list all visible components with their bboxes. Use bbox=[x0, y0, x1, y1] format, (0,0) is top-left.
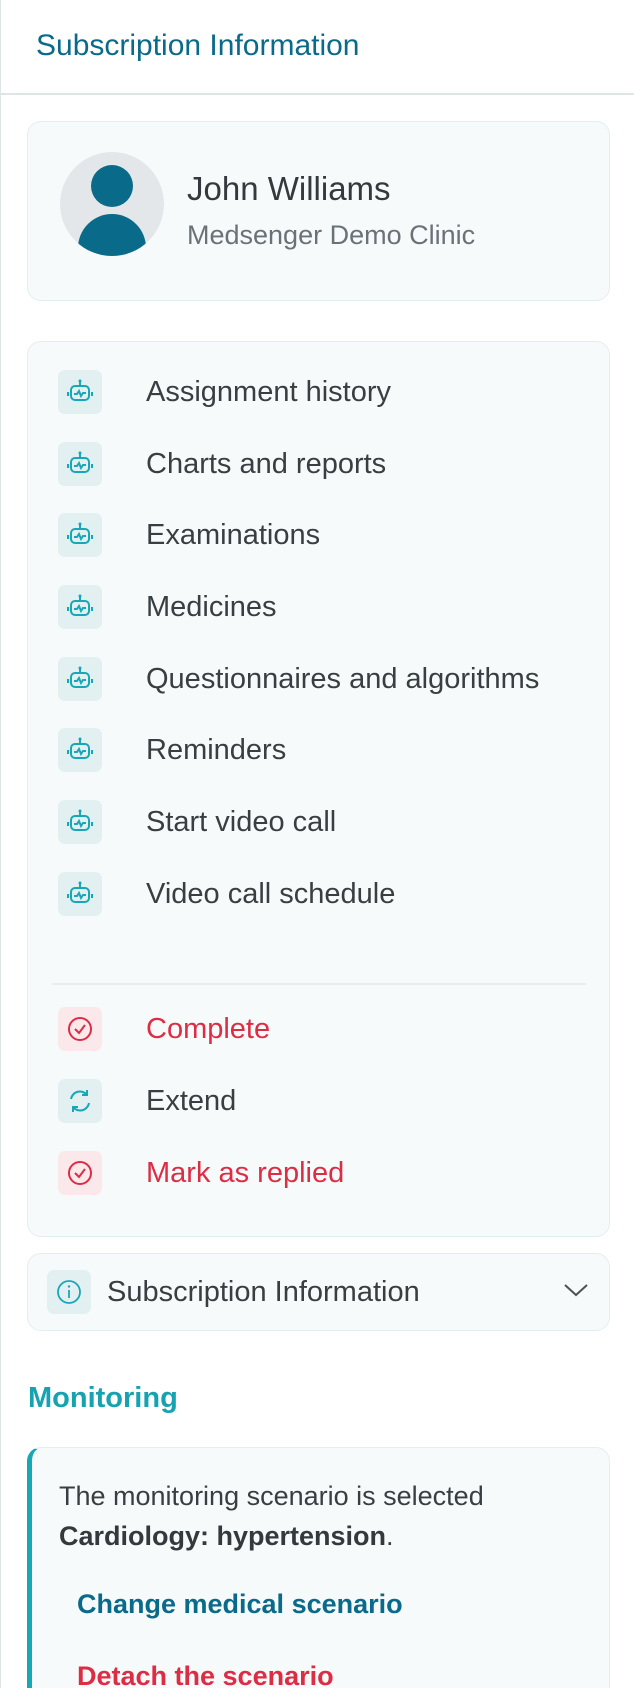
refresh-icon bbox=[58, 1079, 102, 1123]
subscription-panel: Subscription Information John Williams M… bbox=[0, 0, 634, 1688]
robot-icon bbox=[58, 800, 102, 844]
menu-item-examinations[interactable]: Examinations bbox=[58, 513, 578, 559]
mark-as-replied-button[interactable]: Mark as replied bbox=[58, 1151, 578, 1197]
extend-label: Extend bbox=[146, 1085, 237, 1117]
monitoring-card: The monitoring scenario is selected Card… bbox=[27, 1447, 610, 1688]
menu-item-label: Start video call bbox=[146, 806, 337, 838]
mark-as-replied-label: Mark as replied bbox=[146, 1157, 345, 1189]
avatar-body bbox=[78, 214, 146, 256]
subscription-info-accordion[interactable]: Subscription Information bbox=[27, 1253, 610, 1331]
robot-icon bbox=[58, 657, 102, 701]
actions-menu: Assignment history Charts and reports Ex… bbox=[27, 341, 610, 1237]
menu-item-assignment-history[interactable]: Assignment history bbox=[58, 370, 578, 416]
monitoring-text: The monitoring scenario is selected bbox=[59, 1481, 484, 1511]
complete-label: Complete bbox=[146, 1013, 271, 1045]
menu-divider bbox=[52, 983, 586, 985]
complete-button[interactable]: Complete bbox=[58, 1007, 578, 1053]
robot-icon bbox=[58, 728, 102, 772]
avatar bbox=[60, 152, 164, 256]
patient-name: John Williams bbox=[187, 170, 391, 207]
robot-icon bbox=[58, 513, 102, 557]
check-circle-icon bbox=[58, 1151, 102, 1195]
menu-item-label: Questionnaires and algorithms bbox=[146, 663, 540, 695]
menu-item-medicines[interactable]: Medicines bbox=[58, 585, 578, 631]
scenario-period: . bbox=[386, 1521, 394, 1551]
detach-scenario-link[interactable]: Detach the scenario bbox=[77, 1661, 334, 1688]
monitoring-description: The monitoring scenario is selected Card… bbox=[59, 1476, 599, 1556]
accordion-label: Subscription Information bbox=[107, 1276, 420, 1308]
menu-item-video-call-schedule[interactable]: Video call schedule bbox=[58, 872, 578, 918]
patient-card: John Williams Medsenger Demo Clinic bbox=[27, 121, 610, 301]
menu-item-label: Video call schedule bbox=[146, 878, 396, 910]
info-icon bbox=[47, 1270, 91, 1314]
monitoring-title: Monitoring bbox=[28, 1382, 178, 1414]
menu-item-reminders[interactable]: Reminders bbox=[58, 728, 578, 774]
panel-header: Subscription Information bbox=[1, 0, 634, 95]
robot-icon bbox=[58, 872, 102, 916]
clinic-name: Medsenger Demo Clinic bbox=[187, 220, 476, 250]
menu-item-label: Examinations bbox=[146, 519, 321, 551]
change-scenario-link[interactable]: Change medical scenario bbox=[77, 1589, 403, 1620]
menu-item-label: Reminders bbox=[146, 734, 287, 766]
robot-icon bbox=[58, 585, 102, 629]
check-circle-icon bbox=[58, 1007, 102, 1051]
avatar-head bbox=[91, 165, 133, 207]
page-title: Subscription Information bbox=[36, 29, 360, 62]
chevron-down-icon[interactable] bbox=[562, 1280, 590, 1300]
robot-icon bbox=[58, 370, 102, 414]
extend-button[interactable]: Extend bbox=[58, 1079, 578, 1125]
scenario-name: Cardiology: hypertension bbox=[59, 1521, 387, 1551]
menu-item-questionnaires[interactable]: Questionnaires and algorithms bbox=[58, 657, 578, 703]
menu-item-charts-and-reports[interactable]: Charts and reports bbox=[58, 442, 578, 488]
menu-item-label: Assignment history bbox=[146, 376, 391, 408]
menu-item-start-video-call[interactable]: Start video call bbox=[58, 800, 578, 846]
menu-item-label: Medicines bbox=[146, 591, 277, 623]
robot-icon bbox=[58, 442, 102, 486]
menu-item-label: Charts and reports bbox=[146, 448, 387, 480]
